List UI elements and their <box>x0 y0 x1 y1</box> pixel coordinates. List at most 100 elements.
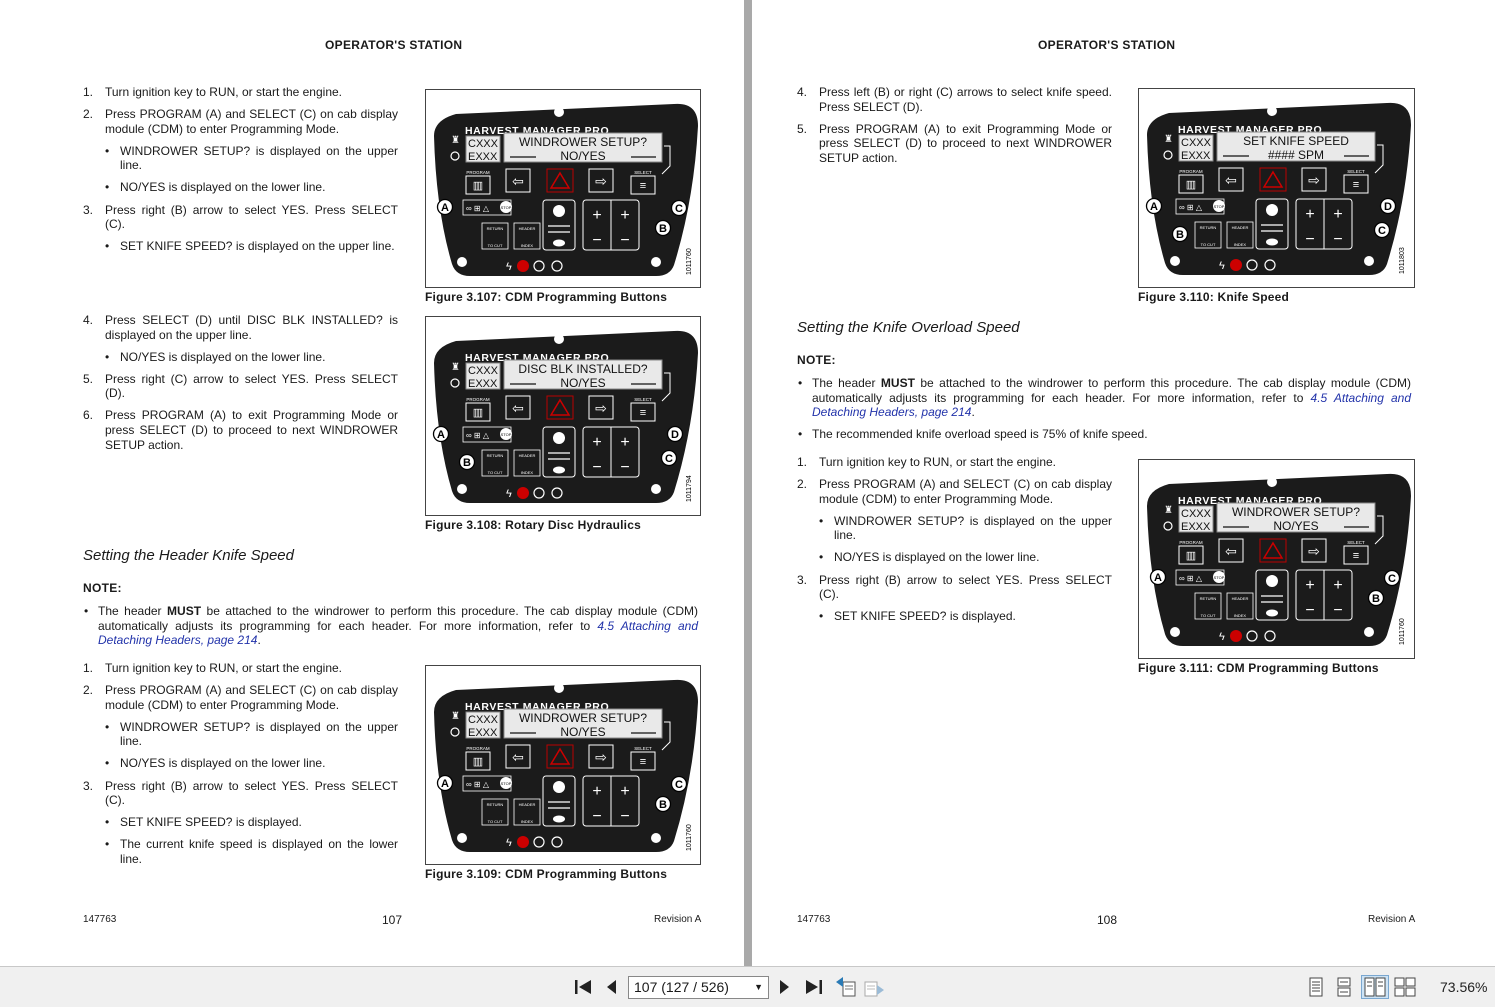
step-text: Turn ignition key to RUN, or start the e… <box>819 455 1056 469</box>
section-title: Setting the Knife Overload Speed <box>797 319 1020 336</box>
return-label: RETURN <box>1200 225 1217 230</box>
step-number: 1. <box>83 661 94 675</box>
stop-label: STOP <box>501 205 512 210</box>
callout-letter: C <box>675 203 683 215</box>
page-107: OPERATOR'S STATION 1. Turn ignition key t… <box>0 0 744 966</box>
chevron-down-icon: ▼ <box>754 982 763 992</box>
warning-light <box>517 836 529 848</box>
plus-icon: + <box>592 434 601 451</box>
sub-bullet: NO/YES is displayed on the lower line. <box>83 756 398 771</box>
step-text: Press right (B) arrow to select YES. Pre… <box>819 572 1112 602</box>
step-number: 5. <box>83 371 94 386</box>
warning-light <box>1230 259 1242 271</box>
warning-light <box>517 260 529 272</box>
note: The header MUST be attached to the windr… <box>797 376 1411 448</box>
left-arrow-icon: ⇦ <box>512 173 524 189</box>
header-label: HEADER <box>1232 596 1249 601</box>
step-text: Press PROGRAM (A) to exit Programming Mo… <box>105 408 398 452</box>
callout-b: B <box>1367 589 1385 607</box>
indicator-icons: ∞ ⊞ △ <box>466 204 490 213</box>
go-forward-button[interactable] <box>862 975 886 999</box>
step-number: 2. <box>83 683 94 698</box>
plus-icon: + <box>1333 206 1342 223</box>
minus-icon: − <box>592 808 601 825</box>
program-label: PROGRAM <box>466 397 490 402</box>
callout-letter: B <box>659 223 667 235</box>
return-label: RETURN <box>487 226 504 231</box>
viewer-toolbar: 107 (127 / 526) ▼ 73.56% <box>0 966 1495 1007</box>
index-label: INDEX <box>1234 613 1247 618</box>
plus-icon: + <box>592 783 601 800</box>
callout-letter: B <box>1372 593 1380 605</box>
continuous-view-button[interactable] <box>1333 975 1355 999</box>
previous-page-button[interactable] <box>602 975 620 999</box>
go-back-button[interactable] <box>834 975 858 999</box>
sub-bullet: SET KNIFE SPEED? is displayed. <box>83 815 398 830</box>
callout-d: D <box>1379 197 1397 215</box>
page-number-select[interactable]: 107 (127 / 526) ▼ <box>628 976 769 999</box>
callout-c: C <box>670 775 688 793</box>
step-item: 5. Press right (C) arrow to select YES. P… <box>83 372 398 401</box>
code-label: EXXX <box>468 378 498 390</box>
go-forward-icon <box>864 981 884 997</box>
continuous-facing-view-button[interactable] <box>1393 975 1417 999</box>
lcd-line-1: WINDROWER SETUP? <box>1232 505 1360 519</box>
callout-b: B <box>654 219 672 237</box>
select-icon: ≡ <box>640 407 646 419</box>
figure-id: 1011794 <box>686 475 693 502</box>
stop-label: STOP <box>501 781 512 786</box>
figure-id: 1011760 <box>686 248 693 275</box>
figure-cdm: HARVEST MANAGER PRO ♜ CXXX EXXX WINDROWE… <box>425 89 701 288</box>
instruction-list: 1. Turn ignition key to RUN, or start the… <box>83 85 398 261</box>
callout-c: C <box>1373 221 1391 239</box>
step-number: 6. <box>83 408 94 423</box>
code-label: CXXX <box>468 138 499 150</box>
rabbit-icon <box>553 781 565 793</box>
book-icon: ▥ <box>473 180 483 192</box>
plus-icon: + <box>1305 206 1314 223</box>
return-label: RETURN <box>487 453 504 458</box>
book-icon: ▥ <box>1186 550 1196 562</box>
step-item: 1. Turn ignition key to RUN, or start the… <box>797 455 1112 470</box>
first-page-button[interactable] <box>572 975 594 999</box>
stop-label: STOP <box>1214 575 1225 580</box>
sub-bullet: WINDROWER SETUP? is displayed on the upp… <box>83 144 398 173</box>
zoom-level[interactable]: 73.56% <box>1440 979 1487 995</box>
single-page-view-button[interactable] <box>1305 975 1327 999</box>
code-label: EXXX <box>468 727 498 739</box>
step-text: Press SELECT (D) until DISC BLK INSTALLE… <box>105 313 398 342</box>
to-cut-label: TO CUT <box>488 470 503 475</box>
mount-hole <box>1267 106 1277 116</box>
right-arrow-icon: ⇨ <box>595 749 607 765</box>
callout-letter: C <box>665 453 673 465</box>
mount-hole <box>554 683 564 693</box>
turtle-icon <box>553 239 565 247</box>
step-item: 4. Press SELECT (D) until DISC BLK INSTAL… <box>83 313 398 342</box>
lcd-line-1: WINDROWER SETUP? <box>519 711 647 725</box>
last-page-button[interactable] <box>803 975 825 999</box>
callout-letter: C <box>1378 225 1386 237</box>
plus-icon: + <box>620 434 629 451</box>
sub-bullet: NO/YES is displayed on the lower line. <box>83 350 398 365</box>
return-label: RETURN <box>1200 596 1217 601</box>
next-page-button[interactable] <box>776 975 794 999</box>
warning-light <box>517 487 529 499</box>
lcd-line-2: NO/YES <box>560 149 605 163</box>
header-label: HEADER <box>519 226 536 231</box>
step-number: 3. <box>797 572 808 587</box>
select-icon: ≡ <box>1353 179 1359 191</box>
code-label: CXXX <box>1181 508 1212 520</box>
left-arrow-icon: ⇦ <box>512 400 524 416</box>
select-icon: ≡ <box>1353 550 1359 562</box>
left-arrow-icon: ⇦ <box>1225 172 1237 188</box>
callout-c: C <box>660 449 678 467</box>
step-text: Press PROGRAM (A) and SELECT (C) on cab … <box>105 683 398 712</box>
figure-caption: Figure 3.107: CDM Programming Buttons <box>425 290 668 304</box>
callout-letter: B <box>659 799 667 811</box>
cdm-panel-drawing: HARVEST MANAGER PRO ♜ CXXX EXXX WINDROWE… <box>434 679 698 852</box>
section-title: Setting the Header Knife Speed <box>83 547 294 564</box>
facing-view-button[interactable] <box>1361 975 1389 999</box>
callout-b: B <box>458 453 476 471</box>
step-text: Press left (B) or right (C) arrows to se… <box>819 85 1112 114</box>
plus-icon: + <box>620 207 629 224</box>
